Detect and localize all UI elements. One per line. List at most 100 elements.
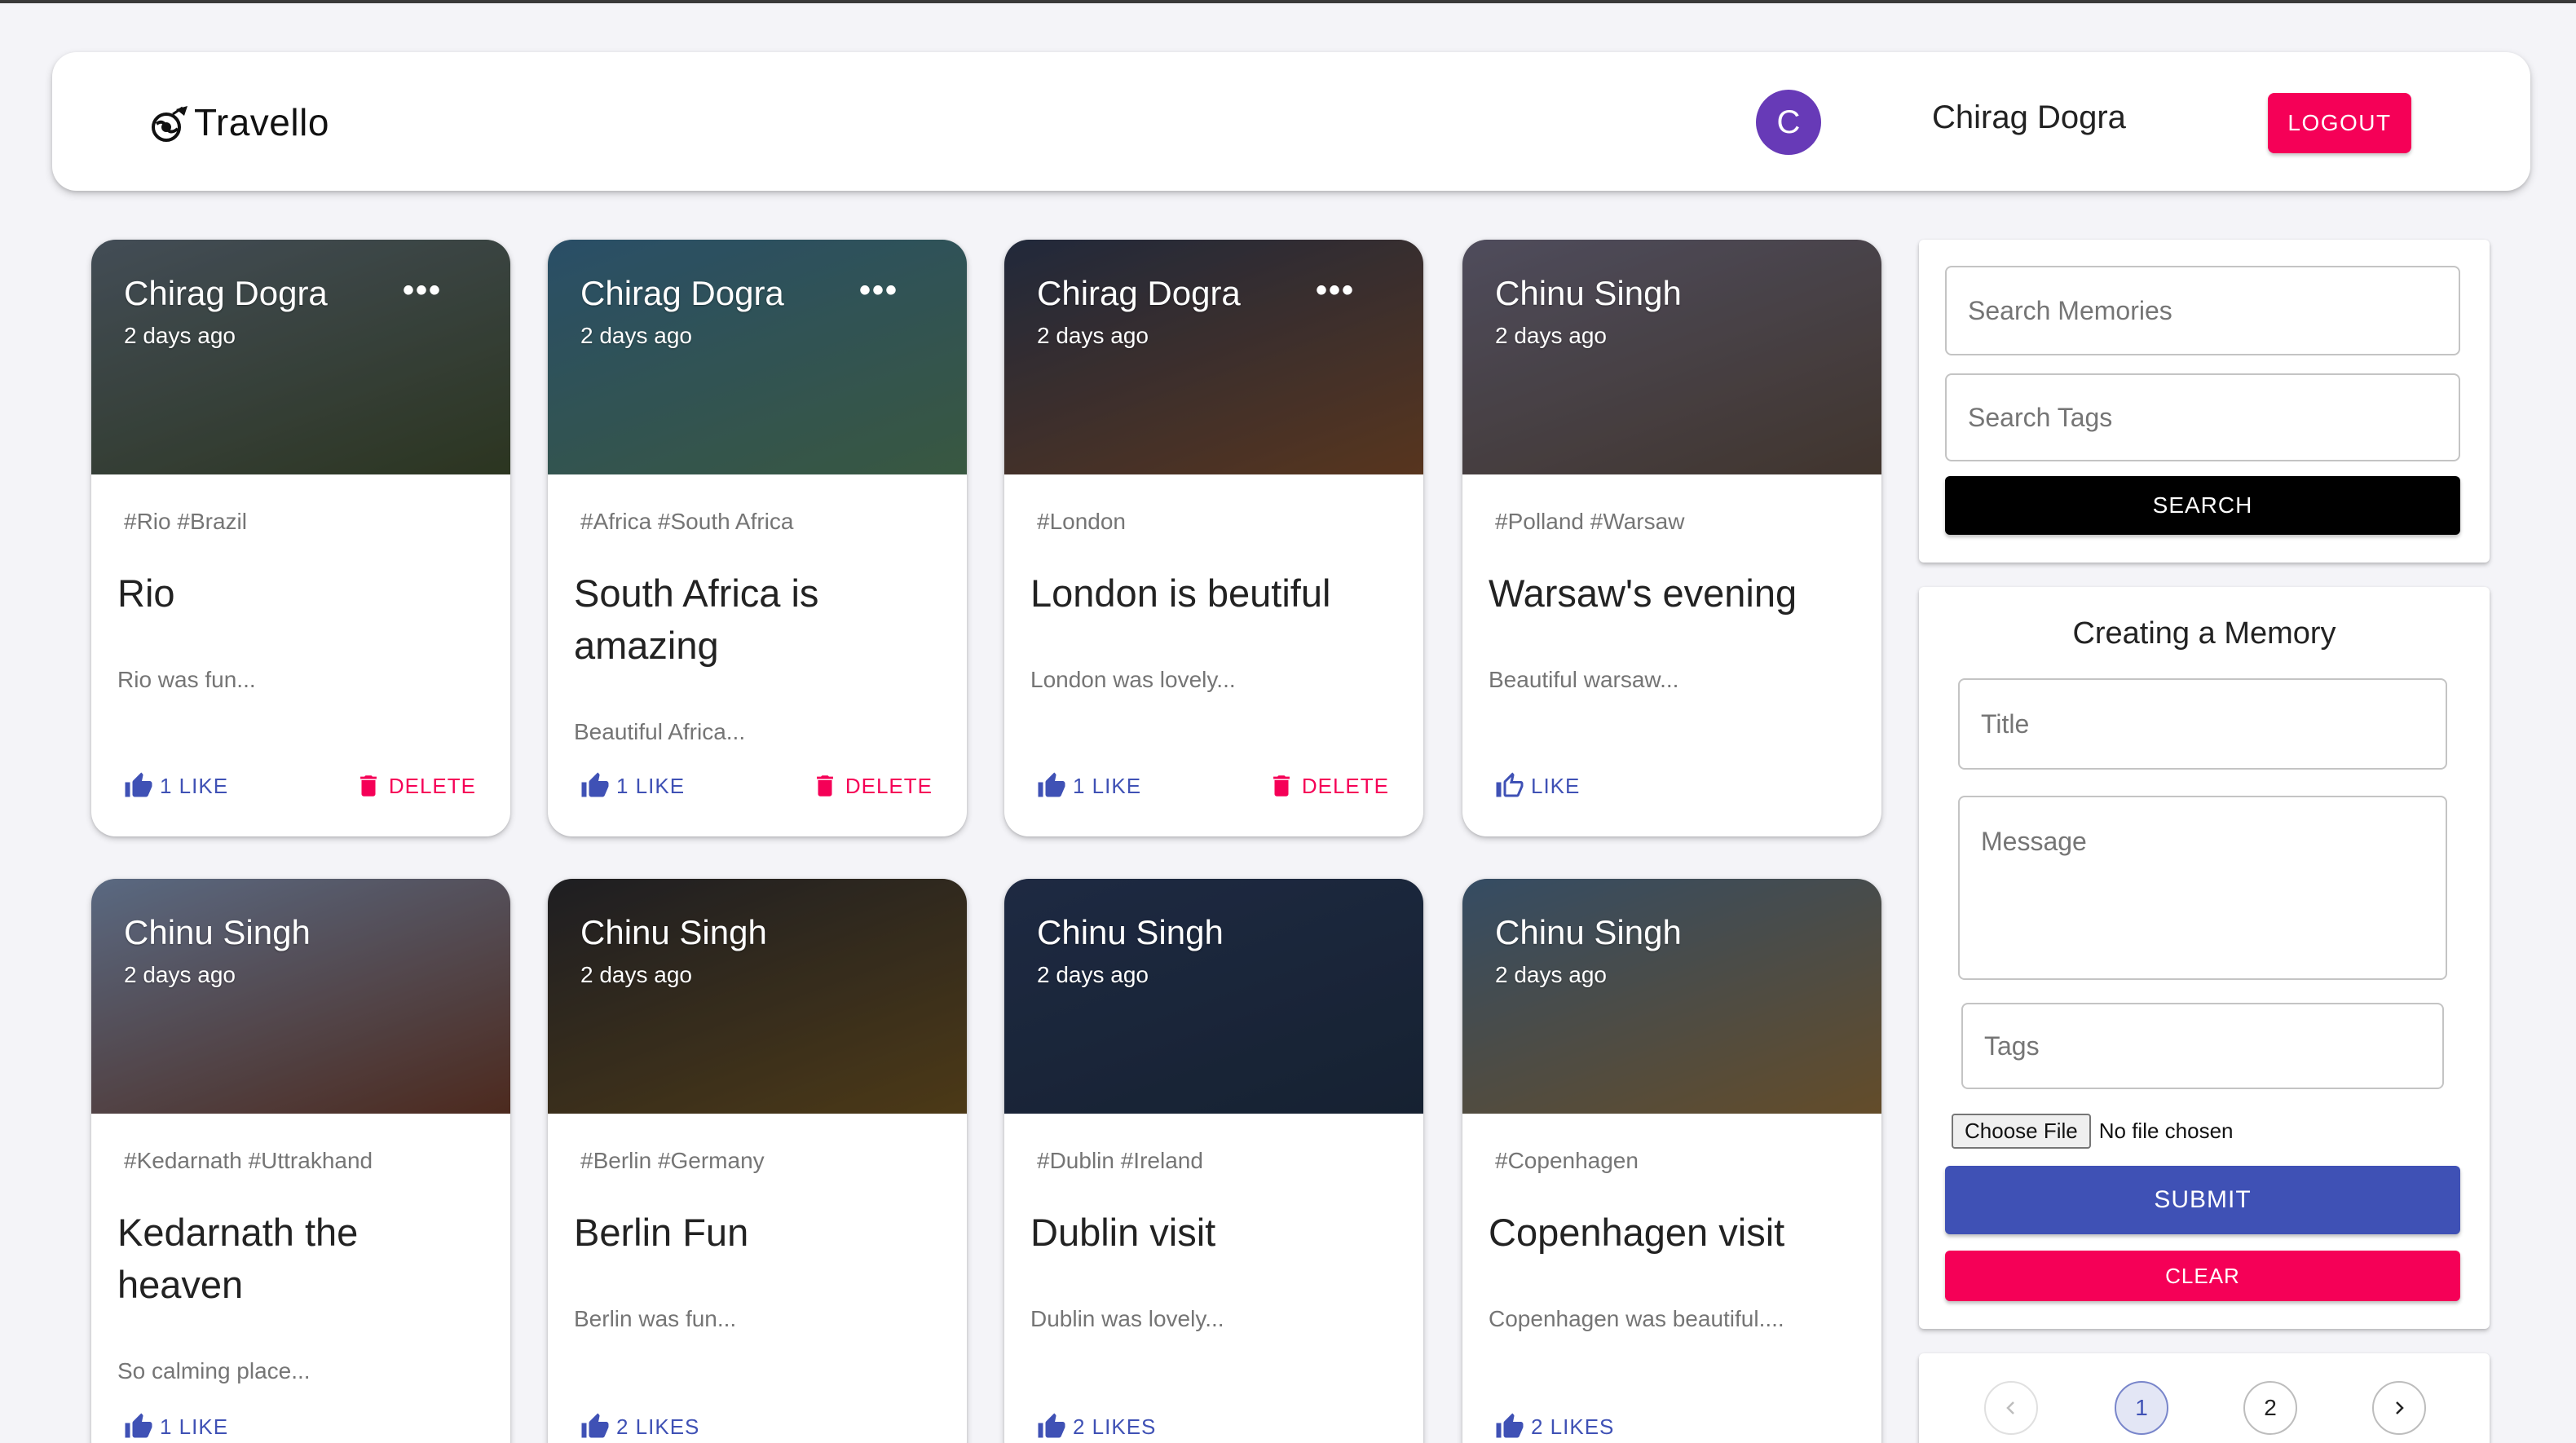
post-actions: LIKE [1495,771,1849,801]
clear-button[interactable]: CLEAR [1945,1251,2460,1301]
form-title: Creating a Memory [2072,616,2336,651]
post-time: 2 days ago [1037,323,1149,348]
brand[interactable]: Travello [148,99,329,145]
like-label: 1 LIKE [616,773,686,798]
delete-icon [816,775,833,797]
chevron-left-icon [2006,1401,2014,1414]
post-card[interactable]: Chirag Dogra 2 days ago ••• #London Lond… [1004,240,1423,836]
like-button[interactable]: 1 LIKE [124,771,228,801]
post-author: Chirag Dogra [1037,274,1241,312]
submit-button[interactable]: SUBMIT [1945,1166,2460,1234]
thumb-up-icon [1038,1413,1065,1438]
pagination: 1 2 [1919,1353,2490,1443]
delete-icon [359,775,377,797]
tags-field[interactable]: Tags [1961,1003,2444,1089]
title-field[interactable]: Title [1958,678,2447,770]
delete-button[interactable]: DELETE [355,772,476,800]
brand-name: Travello [194,101,329,143]
post-author: Chinu Singh [1495,274,1682,312]
like-label: 2 LIKES [616,1414,700,1439]
delete-icon [1273,775,1290,797]
like-label: 1 LIKE [160,1414,229,1439]
app-bar: Travello C Chirag Dogra LOGOUT [52,52,2530,191]
like-button[interactable]: 1 LIKE [124,1412,228,1441]
post-card[interactable]: Chinu Singh 2 days ago #Berlin #Germany … [548,879,967,1443]
page-button-1[interactable]: 1 [2115,1381,2168,1435]
post-message: London was lovely... [1030,667,1236,692]
like-label: LIKE [1531,773,1581,798]
post-card[interactable]: Chinu Singh 2 days ago #Polland #Warsaw … [1462,240,1881,836]
post-tags: #Dublin #Ireland [1037,1148,1203,1173]
post-card[interactable]: Chinu Singh 2 days ago #Dublin #Ireland … [1004,879,1423,1443]
search-button[interactable]: SEARCH [1945,476,2460,535]
search-panel: Search Memories Search Tags SEARCH [1919,240,2490,563]
chevron-right-icon [2396,1401,2404,1414]
like-button[interactable]: 2 LIKES [1495,1412,1614,1441]
post-tags: #Kedarnath #Uttrakhand [124,1148,373,1173]
post-title: Dublin visit [1030,1211,1216,1254]
choose-file-button[interactable]: Choose File [1952,1114,2091,1149]
post-title: Berlin Fun [574,1211,749,1254]
post-message: Beautiful warsaw... [1489,667,1679,692]
post-author: Chinu Singh [1495,913,1682,951]
like-label: 1 LIKE [160,773,229,798]
logout-button[interactable]: LOGOUT [2268,93,2411,153]
post-title: Kedarnath the heaven [117,1211,359,1306]
message-field[interactable]: Message [1958,796,2447,980]
post-message: So calming place... [117,1358,311,1383]
post-actions: 2 LIKES [580,1412,934,1441]
avatar[interactable]: C [1756,90,1821,155]
post-time: 2 days ago [1037,962,1149,987]
post-card[interactable]: Chinu Singh 2 days ago #Kedarnath #Uttra… [91,879,510,1443]
like-button[interactable]: 1 LIKE [1037,771,1141,801]
post-title: Rio [117,571,175,615]
post-author: Chinu Singh [124,913,311,951]
post-author: Chinu Singh [1037,913,1224,951]
post-time: 2 days ago [1495,323,1607,348]
next-page-button[interactable] [2372,1381,2426,1435]
post-card[interactable]: Chirag Dogra 2 days ago ••• #Rio #Brazil… [91,240,510,836]
post-time: 2 days ago [580,323,692,348]
like-button[interactable]: LIKE [1495,771,1580,801]
post-title: London is beutiful [1030,571,1331,615]
post-message: Berlin was fun... [574,1306,737,1331]
delete-label: DELETE [1301,773,1389,798]
post-message: Beautiful Africa... [574,719,746,744]
post-title: South Africa is amazing [574,571,819,667]
file-input: Choose File No file chosen [1952,1114,2234,1149]
post-time: 2 days ago [1495,962,1607,987]
post-card[interactable]: Chirag Dogra 2 days ago ••• #Africa #Sou… [548,240,967,836]
post-tags: #Polland #Warsaw [1495,509,1685,534]
delete-button[interactable]: DELETE [811,772,933,800]
thumb-up-icon [581,772,609,797]
post-actions: 1 LIKE [124,1412,478,1441]
like-button[interactable]: 2 LIKES [1037,1412,1156,1441]
more-options-icon[interactable]: ••• [859,272,898,309]
delete-label: DELETE [388,773,476,798]
more-options-icon[interactable]: ••• [403,272,442,309]
create-memory-form: Creating a Memory Title Message Tags Cho… [1919,587,2490,1329]
like-button[interactable]: 2 LIKES [580,1412,699,1441]
page-button-2[interactable]: 2 [2243,1381,2297,1435]
search-memories-input[interactable]: Search Memories [1945,266,2460,355]
post-actions: 1 LIKE DELETE [124,771,478,801]
like-label: 2 LIKES [1531,1414,1615,1439]
thumb-up-icon [125,772,152,797]
more-options-icon[interactable]: ••• [1316,272,1355,309]
post-author: Chirag Dogra [124,274,328,312]
post-message: Copenhagen was beautiful.... [1489,1306,1784,1331]
like-label: 2 LIKES [1073,1414,1157,1439]
post-title: Copenhagen visit [1489,1211,1785,1254]
delete-button[interactable]: DELETE [1268,772,1389,800]
post-time: 2 days ago [124,323,236,348]
delete-label: DELETE [845,773,933,798]
post-author: Chirag Dogra [580,274,784,312]
user-name: Chirag Dogra [1932,99,2126,135]
like-button[interactable]: 1 LIKE [580,771,685,801]
search-tags-input[interactable]: Search Tags [1945,373,2460,461]
like-label: 1 LIKE [1073,773,1142,798]
thumb-up-outline-icon [1496,772,1524,797]
prev-page-button[interactable] [1984,1381,2038,1435]
post-actions: 2 LIKES [1037,1412,1391,1441]
post-card[interactable]: Chinu Singh 2 days ago #Copenhagen Copen… [1462,879,1881,1443]
